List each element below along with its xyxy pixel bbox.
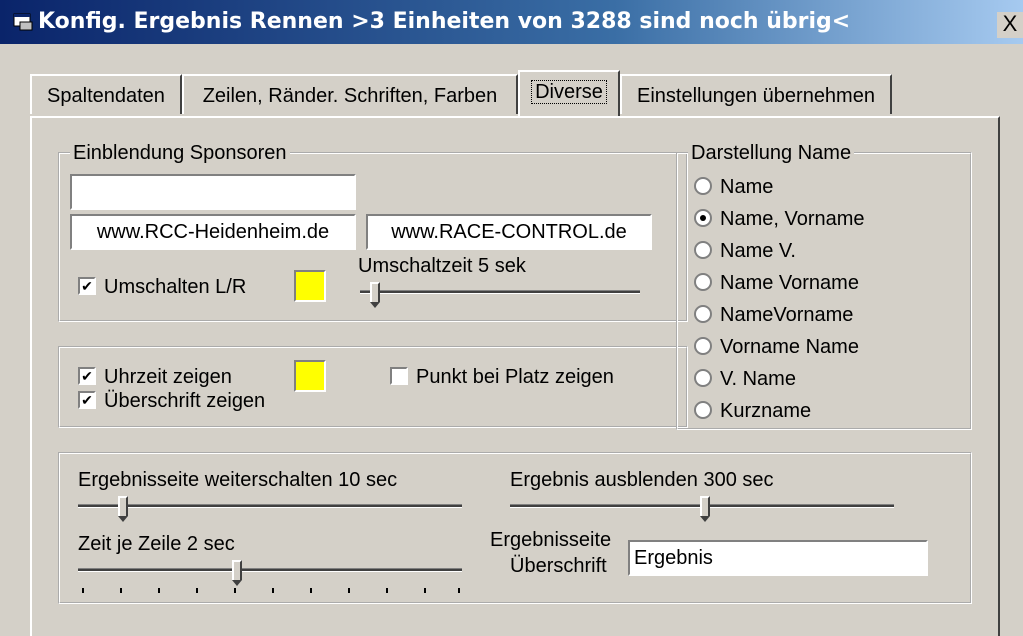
tab-einstellungen[interactable]: Einstellungen übernehmen	[620, 74, 892, 114]
radio-dot	[694, 304, 712, 323]
slider-tick	[158, 588, 160, 593]
ausblenden-label: Ergebnis ausblenden 300 sec	[510, 469, 774, 491]
darstellung-legend: Darstellung Name	[688, 141, 855, 165]
checkbox-box: ✔	[78, 276, 96, 295]
radio-dot	[694, 208, 712, 227]
ergebnisseite-label: Ergebnisseite	[490, 529, 612, 551]
weiterschalten-label: Ergebnisseite weiterschalten 10 sec	[78, 469, 398, 491]
sponsoren-group: Einblendung Sponsoren www.RCC-Heidenheim…	[58, 141, 688, 322]
radio-label: Name V.	[720, 240, 796, 262]
radio-label: Name, Vorname	[720, 208, 865, 230]
slider-tick	[310, 588, 312, 593]
slider-tick	[120, 588, 122, 593]
slider-tick	[82, 588, 84, 593]
slider-tick	[348, 588, 350, 593]
slider-thumb[interactable]	[232, 560, 242, 586]
checkbox-box: ✔	[78, 366, 96, 385]
window-title: Konfig. Ergebnis Rennen >3 Einheiten von…	[38, 9, 851, 34]
radio-label: Name	[720, 176, 774, 198]
slider-track	[78, 568, 462, 572]
radio-label: V. Name	[720, 368, 796, 390]
radio-label: NameVorname	[720, 304, 854, 326]
tab-label: Einstellungen übernehmen	[637, 85, 875, 107]
checkbox-box: ✔	[78, 390, 96, 409]
radio-label: Name Vorname	[720, 272, 859, 294]
ausblenden-slider[interactable]	[510, 496, 894, 522]
anzeige-group: ✔ Uhrzeit zeigen ✔ Überschrift zeigen Punk…	[58, 346, 688, 428]
zeile-label: Zeit je Zeile 2 sec	[78, 533, 235, 555]
slider-tick	[196, 588, 198, 593]
ueberschrift-label: Überschrift	[510, 555, 607, 577]
sponsor-right-field[interactable]: www.RACE-CONTROL.de	[366, 214, 652, 250]
slider-track	[360, 290, 640, 294]
uhrzeit-color-swatch[interactable]	[294, 360, 326, 392]
radio-dot	[694, 240, 712, 259]
uhrzeit-checkbox[interactable]: ✔ Uhrzeit zeigen	[78, 364, 232, 390]
timing-group: Ergebnisseite weiterschalten 10 sec Erge…	[58, 452, 972, 604]
radio-namevorname[interactable]: NameVorname	[694, 302, 853, 328]
punkt-label: Punkt bei Platz zeigen	[416, 366, 614, 388]
ueberschrift-label: Überschrift zeigen	[104, 390, 266, 412]
radio-dot	[694, 336, 712, 355]
slider-thumb[interactable]	[700, 496, 710, 522]
radio-name-vorname-comma[interactable]: Name, Vorname	[694, 206, 865, 232]
slider-tick	[458, 588, 460, 593]
slider-tick	[424, 588, 426, 593]
umschaltzeit-slider[interactable]	[360, 282, 640, 308]
umschaltzeit-label: Umschaltzeit 5 sek	[358, 255, 526, 277]
close-button[interactable]: X	[997, 12, 1023, 38]
radio-name-v[interactable]: Name V.	[694, 238, 796, 264]
tab-label: Diverse	[531, 80, 607, 104]
title-bar[interactable]: Konfig. Ergebnis Rennen >3 Einheiten von…	[0, 0, 1023, 44]
checkbox-box	[390, 366, 408, 385]
sponsor-text-top-field[interactable]	[70, 174, 356, 210]
radio-name[interactable]: Name	[694, 174, 773, 200]
radio-v-name[interactable]: V. Name	[694, 366, 796, 392]
darstellung-group: Darstellung Name Name Name, Vorname Name…	[676, 141, 972, 430]
radio-vorname-name[interactable]: Vorname Name	[694, 334, 859, 360]
tab-spaltendaten[interactable]: Spaltendaten	[30, 74, 182, 114]
radio-name-vorname[interactable]: Name Vorname	[694, 270, 859, 296]
ueberschrift-checkbox[interactable]: ✔ Überschrift zeigen	[78, 388, 265, 414]
slider-tick	[272, 588, 274, 593]
slider-thumb[interactable]	[118, 496, 128, 522]
ergebnis-ueberschrift-field[interactable]: Ergebnis	[628, 540, 928, 576]
uhrzeit-label: Uhrzeit zeigen	[104, 366, 232, 388]
app-icon	[13, 13, 33, 31]
radio-label: Vorname Name	[720, 336, 859, 358]
weiterschalten-slider[interactable]	[78, 496, 462, 522]
sponsor-color-swatch[interactable]	[294, 270, 326, 302]
radio-kurzname[interactable]: Kurzname	[694, 398, 811, 424]
zeile-slider[interactable]	[78, 560, 462, 594]
slider-tick	[234, 588, 236, 593]
slider-tick	[386, 588, 388, 593]
umschalten-label: Umschalten L/R	[104, 276, 247, 298]
radio-dot	[694, 176, 712, 195]
radio-dot	[694, 400, 712, 419]
umschalten-checkbox[interactable]: ✔ Umschalten L/R	[78, 274, 246, 300]
tab-label: Zeilen, Ränder. Schriften, Farben	[202, 85, 498, 107]
tab-diverse[interactable]: Diverse	[518, 70, 620, 116]
sponsor-left-field[interactable]: www.RCC-Heidenheim.de	[70, 214, 356, 250]
radio-dot	[694, 368, 712, 387]
tab-label: Spaltendaten	[47, 85, 165, 107]
radio-dot	[694, 272, 712, 291]
punkt-checkbox[interactable]: Punkt bei Platz zeigen	[390, 364, 614, 390]
tab-zeilen[interactable]: Zeilen, Ränder. Schriften, Farben	[182, 74, 518, 114]
radio-label: Kurzname	[720, 400, 812, 422]
sponsoren-legend: Einblendung Sponsoren	[70, 141, 290, 165]
slider-thumb[interactable]	[370, 282, 380, 308]
slider-track	[78, 504, 462, 508]
tab-panel-diverse: Einblendung Sponsoren www.RCC-Heidenheim…	[30, 116, 1000, 636]
